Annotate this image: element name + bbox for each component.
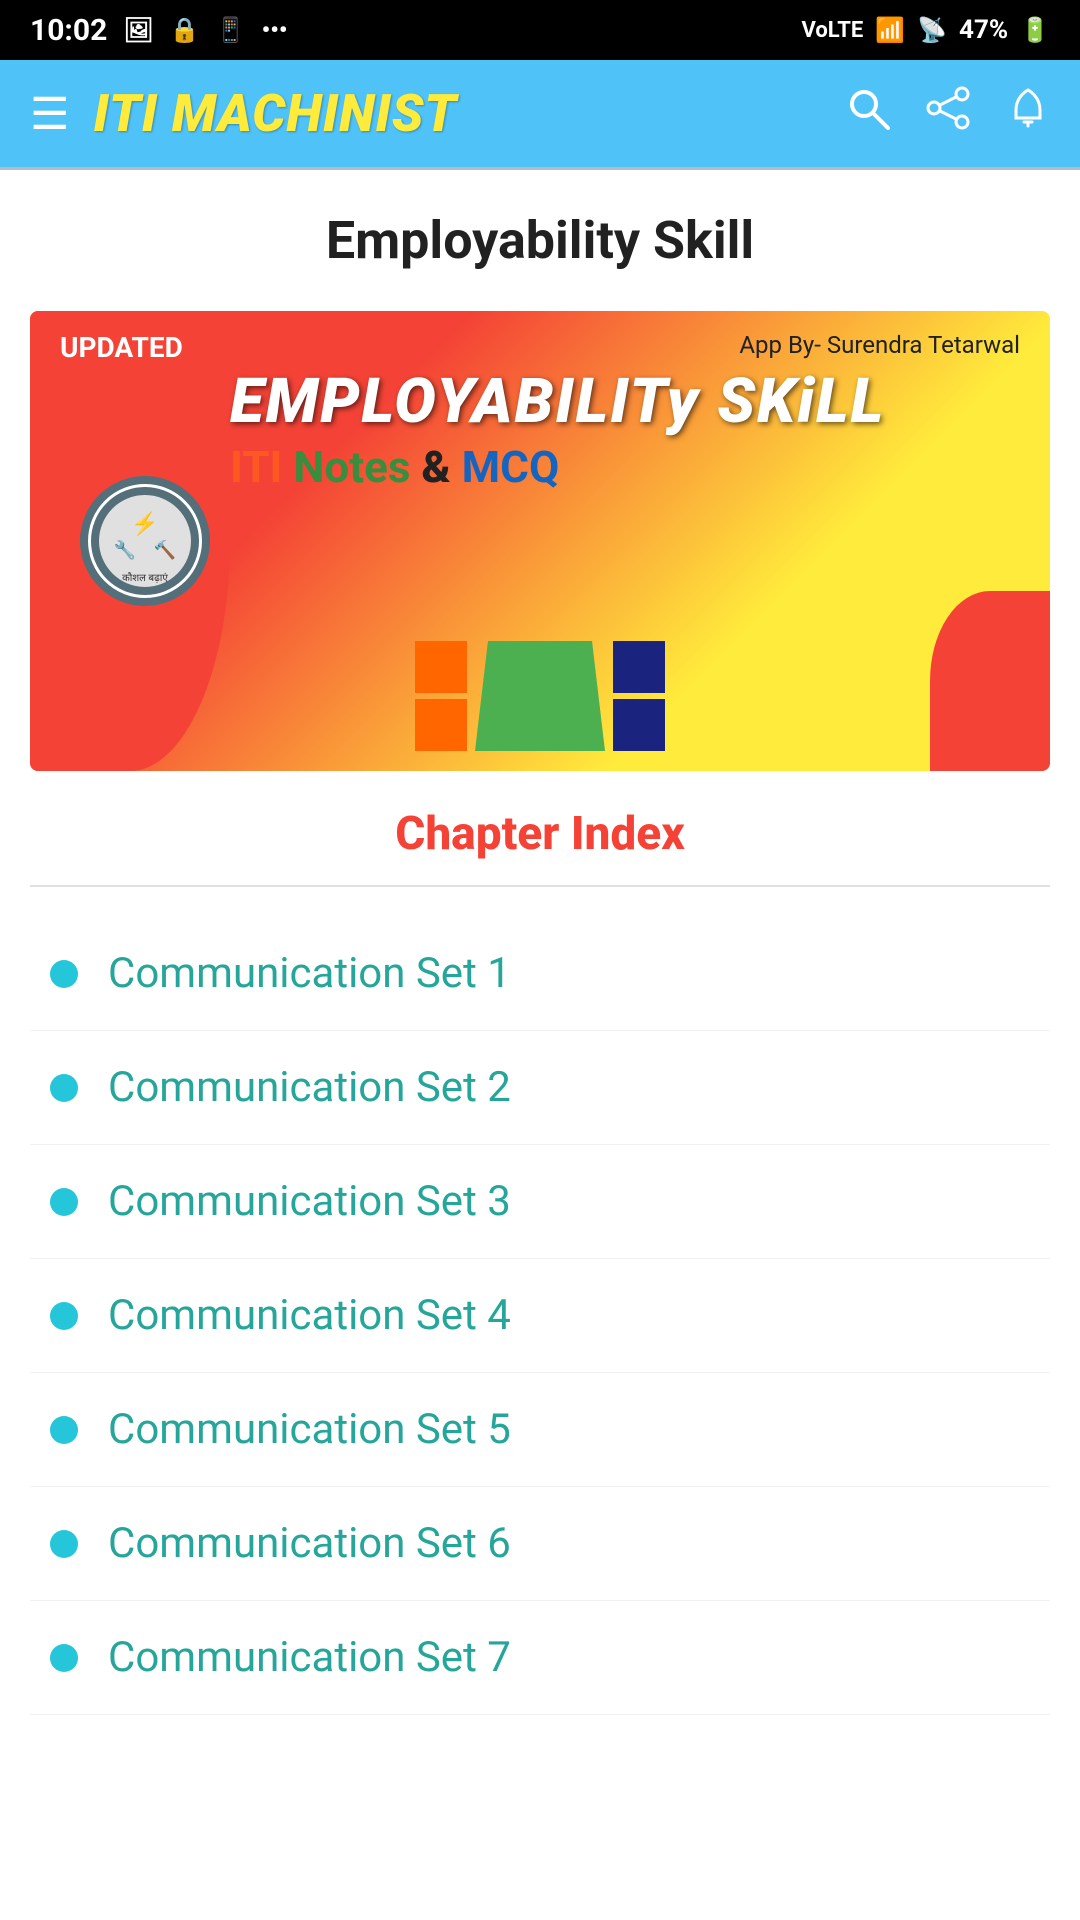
sub-mcq: MCQ: [451, 441, 560, 493]
iti-block-orange-1: [415, 641, 467, 693]
bullet-5: [50, 1416, 78, 1444]
lte-icon: VoLTE: [802, 18, 864, 43]
status-bar: 10:02 🖼 🔒 📱 ••• VoLTE 📶 📡 47% 🔋: [0, 0, 1080, 60]
svg-text:🔧: 🔧: [114, 539, 136, 561]
svg-text:🔨: 🔨: [154, 539, 176, 561]
battery-icon: 🔋: [1020, 16, 1050, 44]
image-icon: 🖼: [123, 16, 153, 44]
iti-block-green: [475, 641, 605, 751]
chapter-link-3[interactable]: Communication Set 3: [108, 1177, 511, 1226]
app-bar-right: [846, 86, 1050, 142]
menu-icon[interactable]: ☰: [30, 88, 69, 140]
chapter-link-2[interactable]: Communication Set 2: [108, 1063, 511, 1112]
list-item[interactable]: Communication Set 7: [30, 1601, 1050, 1715]
chapter-link-5[interactable]: Communication Set 5: [108, 1405, 511, 1454]
banner-app-by: App By- Surendra Tetarwal: [739, 331, 1020, 359]
banner-updated-label: UPDATED: [60, 331, 183, 364]
status-right: VoLTE 📶 📡 47% 🔋: [802, 15, 1051, 45]
iti-left-blocks: [415, 641, 467, 751]
banner-sub-title: ITI Notes & MCQ: [230, 441, 1030, 493]
share-icon[interactable]: [926, 86, 970, 142]
banner-main-title: EMPLOYABILITy SKiLL: [230, 371, 1030, 433]
banner-title-block: EMPLOYABILITy SKiLL ITI Notes & MCQ: [230, 371, 1030, 493]
list-item[interactable]: Communication Set 5: [30, 1373, 1050, 1487]
list-item[interactable]: Communication Set 6: [30, 1487, 1050, 1601]
chapter-link-4[interactable]: Communication Set 4: [108, 1291, 511, 1340]
app-bar: ☰ ITI MACHINIST: [0, 60, 1080, 170]
chapter-index-title: Chapter Index: [30, 807, 1050, 861]
iti-block-navy-2: [613, 699, 665, 751]
list-item[interactable]: Communication Set 3: [30, 1145, 1050, 1259]
list-item[interactable]: Communication Set 2: [30, 1031, 1050, 1145]
list-item[interactable]: Communication Set 1: [30, 917, 1050, 1031]
bullet-2: [50, 1074, 78, 1102]
banner: UPDATED App By- Surendra Tetarwal ⚡ 🔧 🔨 …: [30, 311, 1050, 771]
status-left: 10:02 🖼 🔒 📱 •••: [30, 13, 287, 48]
bullet-3: [50, 1188, 78, 1216]
bell-icon[interactable]: [1006, 86, 1050, 142]
sub-iti: ITI: [230, 441, 282, 493]
svg-text:⚡: ⚡: [131, 511, 158, 537]
chapter-divider: [30, 885, 1050, 887]
main-content: Employability Skill UPDATED App By- Sure…: [0, 170, 1080, 1920]
banner-red-right-shape: [930, 591, 1050, 771]
app-title: ITI MACHINIST: [93, 83, 457, 144]
page-title: Employability Skill: [30, 210, 1050, 271]
sub-amp: &: [421, 441, 450, 493]
bullet-7: [50, 1644, 78, 1672]
chapter-link-6[interactable]: Communication Set 6: [108, 1519, 511, 1568]
iti-block-navy-1: [613, 641, 665, 693]
banner-logo: ⚡ 🔧 🔨 कौशल बढ़ाएं: [80, 476, 210, 606]
search-icon[interactable]: [846, 86, 890, 142]
bullet-1: [50, 960, 78, 988]
whatsapp-icon: 📱: [216, 16, 246, 44]
signal-icon: 📡: [917, 16, 947, 44]
battery-level: 47%: [959, 15, 1008, 45]
lock-icon: 🔒: [170, 16, 200, 44]
list-item[interactable]: Communication Set 4: [30, 1259, 1050, 1373]
bullet-6: [50, 1530, 78, 1558]
iti-right-blocks: [613, 641, 665, 751]
iti-block-orange-2: [415, 699, 467, 751]
more-icon: •••: [262, 16, 288, 44]
banner-iti-logo: [415, 641, 665, 751]
chapter-link-7[interactable]: Communication Set 7: [108, 1633, 511, 1682]
wifi-icon: 📶: [875, 16, 905, 44]
bullet-4: [50, 1302, 78, 1330]
chapter-list: Communication Set 1 Communication Set 2 …: [30, 917, 1050, 1715]
status-time: 10:02: [30, 13, 107, 48]
chapter-link-1[interactable]: Communication Set 1: [108, 949, 511, 998]
sub-notes: Notes: [282, 441, 421, 493]
app-bar-left: ☰ ITI MACHINIST: [30, 83, 457, 144]
svg-text:कौशल बढ़ाएं: कौशल बढ़ाएं: [122, 572, 168, 584]
